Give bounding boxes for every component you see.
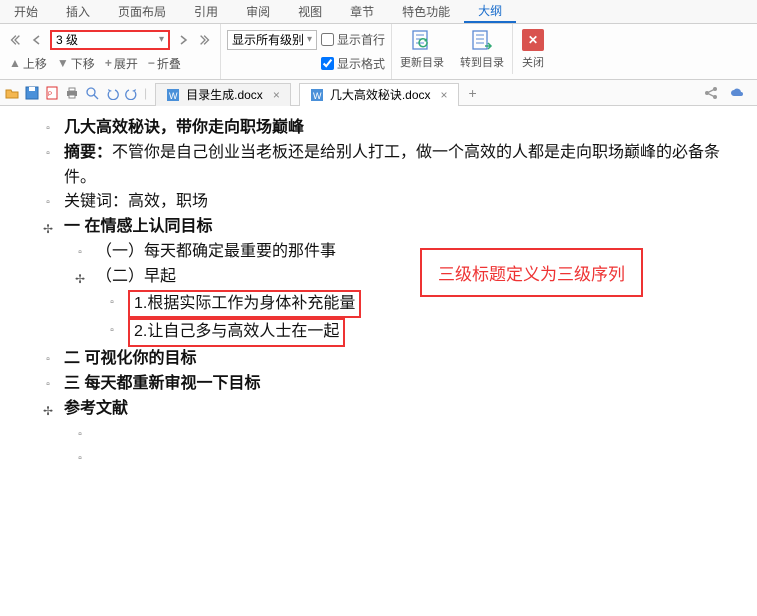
chevron-down-icon: ▾ (307, 34, 312, 45)
body-marker: ▫ (42, 372, 54, 393)
svg-text:P: P (48, 92, 52, 98)
quick-access-bar: P | W 目录生成.docx × W 几大高效秘诀.docx × + (0, 80, 757, 106)
show-firstline-checkbox[interactable] (321, 33, 334, 46)
goto-toc-icon (470, 28, 494, 52)
menu-tab-outline[interactable]: 大纲 (464, 0, 516, 23)
expand-marker[interactable]: ✢ (74, 265, 86, 289)
update-toc-button[interactable]: 更新目录 (392, 24, 452, 74)
expand-marker[interactable]: ✢ (42, 397, 54, 421)
menu-tab-review[interactable]: 审阅 (232, 0, 284, 23)
goto-toc-label: 转到目录 (460, 54, 504, 70)
share-icon[interactable] (703, 85, 719, 101)
outline-abstract[interactable]: 摘要：不管你是自己创业当老板还是给别人打工，做一个高效的人都是走向职场巅峰的必备… (64, 141, 735, 191)
outline-h2-2[interactable]: （二）早起 (96, 265, 176, 290)
expand-marker[interactable]: ✢ (42, 215, 54, 239)
outline-level-value: 3 级 (56, 31, 78, 48)
undo-icon[interactable] (104, 85, 120, 101)
print-icon[interactable] (64, 85, 80, 101)
document-area: ▫ 几大高效秘诀，带你走向职场巅峰 ▫ 摘要：不管你是自己创业当老板还是给别人打工，… (0, 106, 757, 481)
word-doc-icon: W (310, 88, 324, 102)
promote-top-button[interactable] (6, 31, 24, 49)
body-marker: ▫ (42, 141, 54, 162)
preview-icon[interactable] (84, 85, 100, 101)
show-firstline-label: 显示首行 (337, 31, 385, 48)
doc-tab-1[interactable]: W 几大高效秘诀.docx × (299, 83, 459, 106)
show-firstline-check[interactable]: 显示首行 (321, 31, 385, 48)
body-marker: ▫ (106, 318, 118, 339)
menu-tab-reference[interactable]: 引用 (180, 0, 232, 23)
demote-body-button[interactable] (196, 31, 214, 49)
pdf-icon[interactable]: P (44, 85, 60, 101)
word-doc-icon: W (166, 88, 180, 102)
outline-h1-4[interactable]: 参考文献 (64, 397, 128, 422)
outline-h1-3[interactable]: 三 每天都重新审视一下目标 (64, 372, 260, 397)
outline-h3-2[interactable]: 2.让自己多与高效人士在一起 (128, 318, 345, 347)
demote-button[interactable] (174, 31, 192, 49)
doc-tab-0-label: 目录生成.docx (186, 86, 263, 103)
expand-label: 展开 (114, 55, 138, 72)
close-outline-button[interactable]: ✕ 关闭 (513, 24, 553, 74)
body-marker: ▫ (74, 240, 86, 261)
svg-text:W: W (169, 91, 178, 101)
doc-tab-1-close[interactable]: × (441, 88, 448, 102)
body-marker: ▫ (74, 446, 86, 467)
collapse-button[interactable]: −折叠 (145, 54, 184, 73)
ribbon-group-show: 显示所有级别 ▾ 显示首行 显示格式 (221, 24, 392, 79)
ribbon: 3 级 ▾ ▲上移 ▼下移 +展开 −折叠 显示所有级别 ▾ 显示首 (0, 24, 757, 80)
promote-button[interactable] (28, 31, 46, 49)
outline-level-combo[interactable]: 3 级 ▾ (50, 30, 170, 50)
body-marker: ▫ (74, 422, 86, 443)
collapse-label: 折叠 (157, 55, 181, 72)
outline-keywords[interactable]: 关键词：高效，职场 (64, 190, 208, 215)
outline-title[interactable]: 几大高效秘诀，带你走向职场巅峰 (64, 116, 304, 141)
add-tab-button[interactable]: + (463, 85, 483, 101)
menu-tab-layout[interactable]: 页面布局 (104, 0, 180, 23)
outline-h1-2[interactable]: 二 可视化你的目标 (64, 347, 196, 372)
menu-tab-insert[interactable]: 插入 (52, 0, 104, 23)
doc-tab-1-label: 几大高效秘诀.docx (330, 86, 431, 103)
chevron-down-icon: ▾ (159, 34, 164, 45)
outline-h3-1[interactable]: 1.根据实际工作为身体补充能量 (128, 290, 361, 319)
move-up-button[interactable]: ▲上移 (6, 54, 50, 73)
close-icon: ✕ (521, 28, 545, 52)
doc-tab-0[interactable]: W 目录生成.docx × (155, 83, 291, 106)
move-up-label: 上移 (23, 55, 47, 72)
outline-h2-1[interactable]: （一）每天都确定最重要的那件事 (96, 240, 336, 265)
expand-button[interactable]: +展开 (102, 54, 141, 73)
menu-tab-chapter[interactable]: 章节 (336, 0, 388, 23)
show-level-value: 显示所有级别 (232, 31, 304, 48)
open-icon[interactable] (4, 85, 20, 101)
body-marker: ▫ (42, 116, 54, 137)
body-marker: ▫ (42, 347, 54, 368)
close-label: 关闭 (522, 54, 544, 70)
svg-text:W: W (313, 91, 322, 101)
show-level-combo[interactable]: 显示所有级别 ▾ (227, 30, 317, 50)
show-format-label: 显示格式 (337, 55, 385, 72)
save-icon[interactable] (24, 85, 40, 101)
doc-tab-0-close[interactable]: × (273, 88, 280, 102)
ribbon-group-level: 3 级 ▾ ▲上移 ▼下移 +展开 −折叠 (0, 24, 221, 79)
update-toc-label: 更新目录 (400, 54, 444, 70)
cloud-icon[interactable] (729, 85, 745, 101)
show-format-checkbox[interactable] (321, 57, 334, 70)
move-down-label: 下移 (71, 55, 95, 72)
move-down-button[interactable]: ▼下移 (54, 54, 98, 73)
body-marker: ▫ (106, 290, 118, 311)
menu-tab-start[interactable]: 开始 (0, 0, 52, 23)
menu-tabs: 开始 插入 页面布局 引用 审阅 视图 章节 特色功能 大纲 (0, 0, 757, 24)
outline-h1-1[interactable]: 一 在情感上认同目标 (64, 215, 212, 240)
update-toc-icon (410, 28, 434, 52)
outline-empty-1[interactable] (96, 422, 100, 447)
body-marker: ▫ (42, 190, 54, 211)
menu-tab-view[interactable]: 视图 (284, 0, 336, 23)
outline-empty-2[interactable] (96, 446, 100, 471)
annotation-callout: 三级标题定义为三级序列 (420, 248, 643, 297)
menu-tab-special[interactable]: 特色功能 (388, 0, 464, 23)
show-format-check[interactable]: 显示格式 (321, 55, 385, 72)
goto-toc-button[interactable]: 转到目录 (452, 24, 513, 74)
redo-icon[interactable] (124, 85, 140, 101)
